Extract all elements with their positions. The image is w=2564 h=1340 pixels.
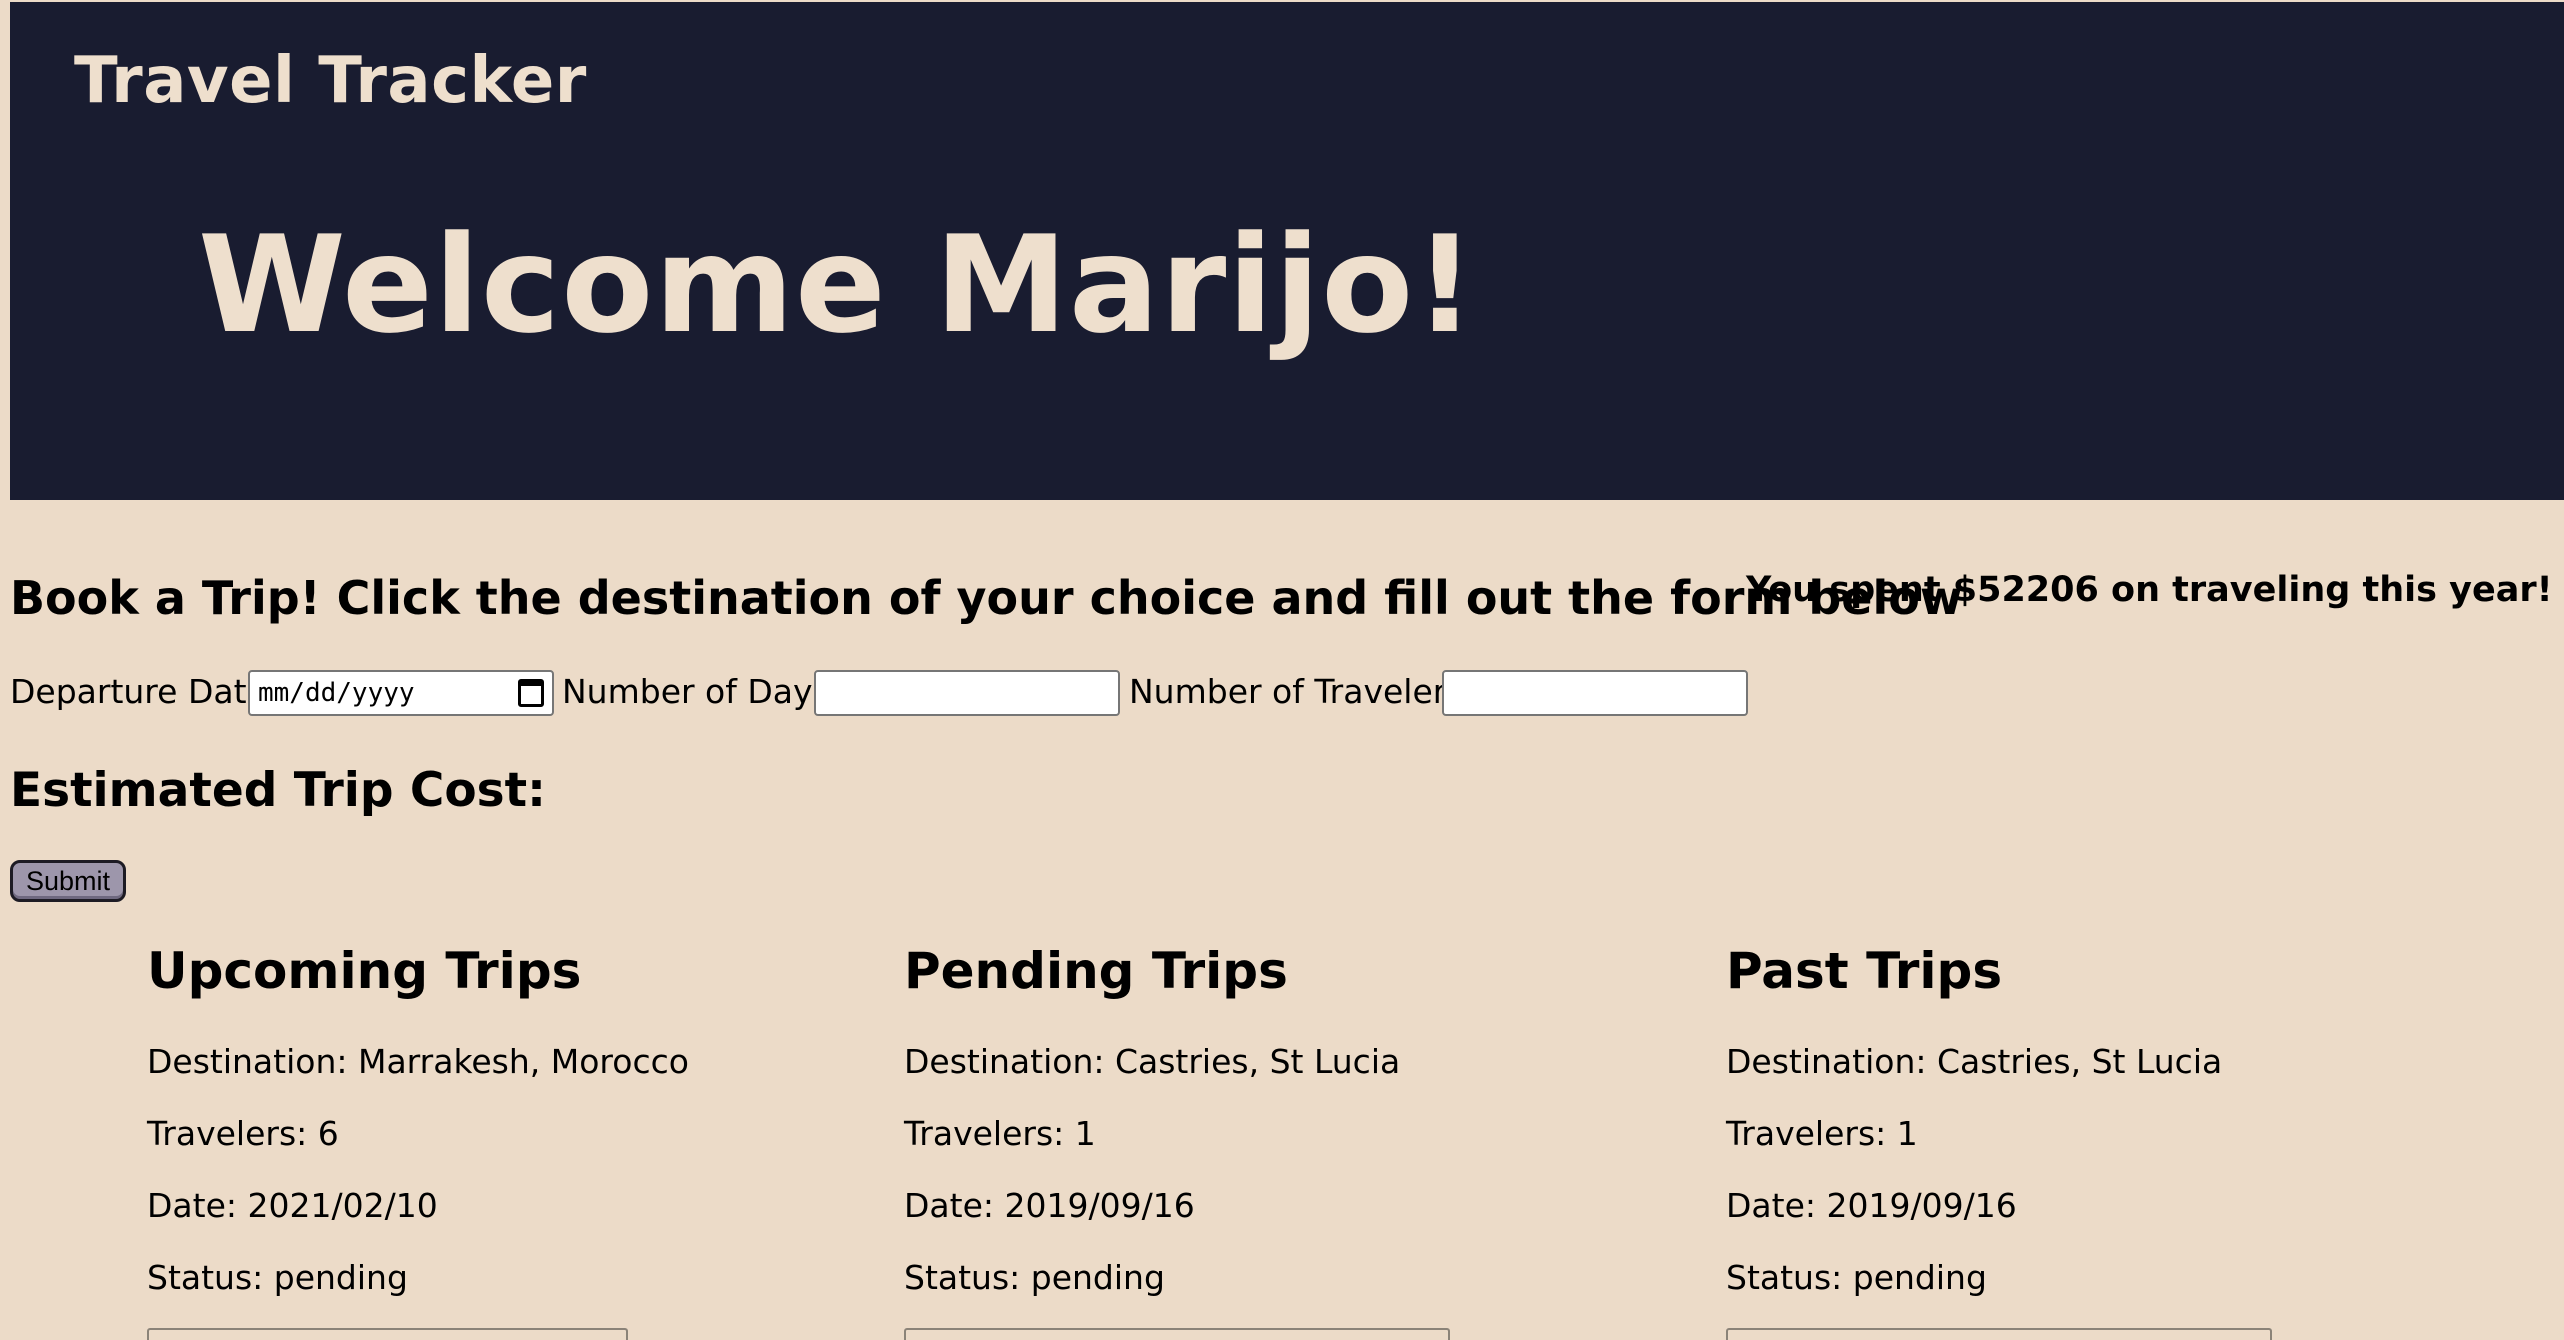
trip-travelers: Travelers: 1 bbox=[904, 1114, 1096, 1153]
upcoming-trips-column: Upcoming Trips Destination: Marrakesh, M… bbox=[147, 942, 689, 1340]
trip-status: Status: pending bbox=[147, 1258, 408, 1297]
pending-trips-column: Pending Trips Destination: Castries, St … bbox=[904, 942, 1450, 1340]
trip-date: Date: 2019/09/16 bbox=[1726, 1186, 2017, 1225]
number-of-days-label: Number of Days bbox=[562, 672, 830, 711]
pending-trips-title: Pending Trips bbox=[904, 942, 1288, 1000]
past-trips-column: Past Trips Destination: Castries, St Luc… bbox=[1726, 942, 2272, 1340]
trip-status: Status: pending bbox=[1726, 1258, 1987, 1297]
number-of-days-input[interactable] bbox=[814, 670, 1120, 716]
trip-travelers: Travelers: 1 bbox=[1726, 1114, 1918, 1153]
submit-button[interactable]: Submit bbox=[10, 860, 126, 902]
number-of-travelers-label: Number of Travelers bbox=[1129, 672, 1464, 711]
upcoming-trips-title: Upcoming Trips bbox=[147, 942, 582, 1000]
book-trip-heading: Book a Trip! Click the destination of yo… bbox=[10, 571, 1963, 625]
trip-card-divider bbox=[147, 1328, 628, 1340]
estimated-trip-cost: Estimated Trip Cost: bbox=[10, 763, 546, 818]
trip-destination: Destination: Castries, St Lucia bbox=[1726, 1042, 2223, 1081]
departure-date-input[interactable]: mm/dd/yyyy bbox=[248, 670, 554, 716]
yearly-spending-text: You spent $52206 on traveling this year! bbox=[1746, 570, 2553, 610]
trip-date: Date: 2019/09/16 bbox=[904, 1186, 1195, 1225]
departure-date-placeholder: mm/dd/yyyy bbox=[258, 678, 415, 708]
trip-date: Date: 2021/02/10 bbox=[147, 1186, 438, 1225]
trip-card-divider bbox=[1726, 1328, 2272, 1340]
past-trips-title: Past Trips bbox=[1726, 942, 2003, 1000]
welcome-heading: Welcome Marijo! bbox=[198, 207, 1477, 363]
calendar-icon[interactable] bbox=[518, 679, 544, 707]
trip-card-divider bbox=[904, 1328, 1450, 1340]
trip-status: Status: pending bbox=[904, 1258, 1165, 1297]
app-header: Travel Tracker Welcome Marijo! bbox=[10, 2, 2564, 500]
trip-destination: Destination: Marrakesh, Morocco bbox=[147, 1042, 689, 1081]
trip-destination: Destination: Castries, St Lucia bbox=[904, 1042, 1401, 1081]
number-of-travelers-input[interactable] bbox=[1442, 670, 1748, 716]
trip-travelers: Travelers: 6 bbox=[147, 1114, 339, 1153]
app-title: Travel Tracker bbox=[74, 44, 587, 118]
departure-date-label: Departure Date bbox=[10, 672, 267, 711]
